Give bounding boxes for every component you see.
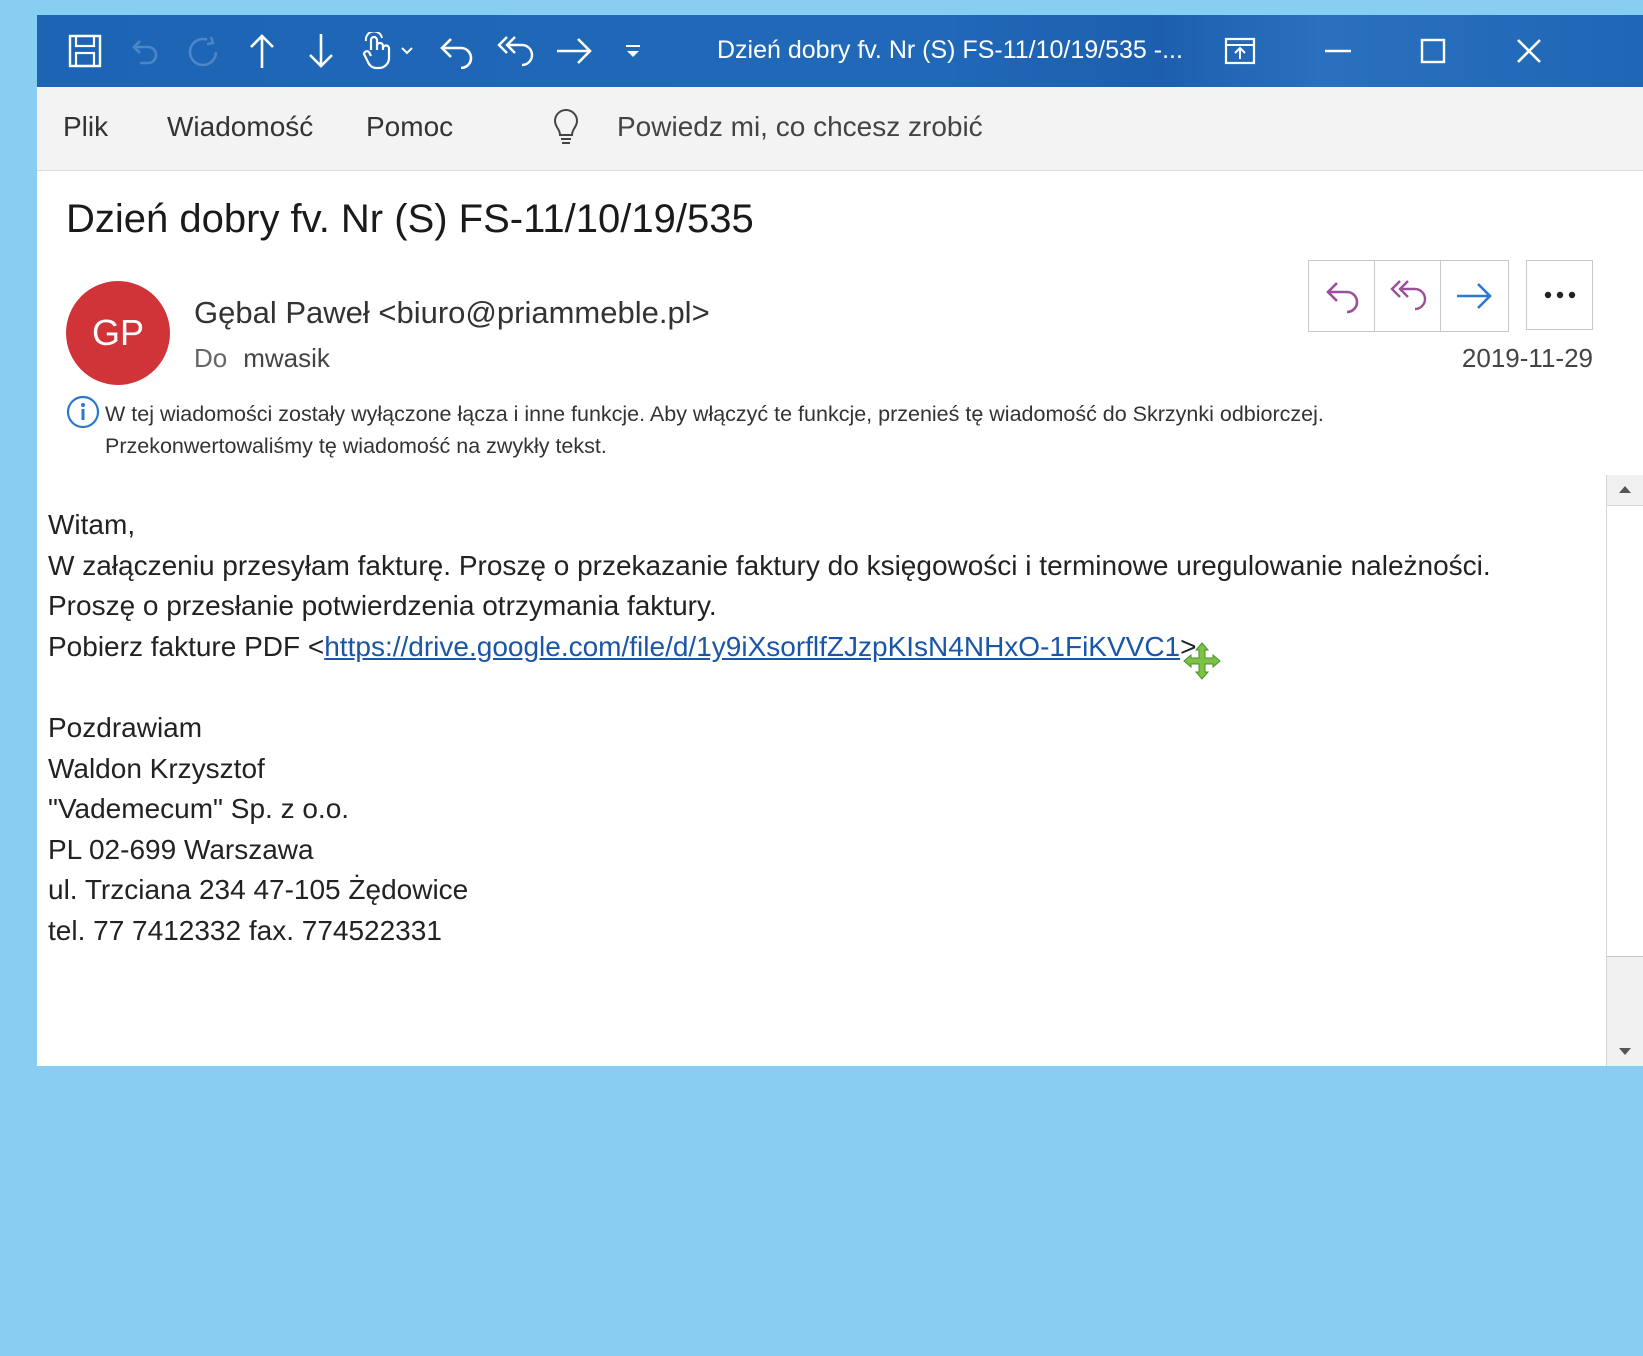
reply-all-icon[interactable] (489, 15, 541, 87)
menu-file[interactable]: Plik (63, 87, 108, 170)
recipient-name[interactable]: mwasik (243, 343, 330, 373)
customize-qat-icon[interactable] (607, 15, 659, 87)
undo-icon[interactable] (119, 15, 171, 87)
up-arrow-icon[interactable] (236, 15, 288, 87)
forward-button[interactable] (1441, 261, 1507, 331)
tell-me-search[interactable]: Powiedz mi, co chcesz zrobić (617, 87, 983, 170)
move-cursor-icon (1182, 641, 1222, 686)
info-line-1: W tej wiadomości zostały wyłączone łącza… (105, 402, 1324, 426)
message-date: 2019-11-29 (1461, 343, 1593, 373)
reply-all-icon (1389, 280, 1426, 311)
lightbulb-icon (552, 109, 580, 154)
message-subject: Dzień dobry fv. Nr (S) FS-11/10/19/535 (66, 197, 754, 241)
window-title: Dzień dobry fv. Nr (S) FS-11/10/19/535 -… (717, 36, 1183, 64)
message-body: Witam, W załączeniu przesyłam fakturę. P… (48, 505, 1491, 952)
scrollbar-thumb[interactable] (1607, 505, 1643, 957)
signature-line: "Vademecum" Sp. z o.o. (48, 793, 350, 825)
minimize-icon[interactable] (1308, 15, 1368, 87)
greeting: Witam, (48, 509, 136, 540)
info-icon (66, 395, 100, 434)
forward-icon (1457, 283, 1492, 309)
reply-button[interactable] (1309, 261, 1375, 331)
reply-all-button[interactable] (1375, 261, 1441, 331)
sender-name[interactable]: Gębal Paweł <biuro@priammeble.pl> (194, 295, 710, 331)
touch-mode-dropdown-icon[interactable] (392, 15, 422, 87)
reply-icon (1325, 282, 1358, 314)
message-action-group (1308, 260, 1509, 332)
body-line-2: Proszę o przesłanie potwierdzenia otrzym… (48, 590, 717, 622)
menu-help[interactable]: Pomoc (366, 87, 453, 170)
pdf-download-link[interactable]: https://drive.google.com/file/d/1y9iXsor… (324, 631, 1180, 662)
signature-line: tel. 77 7412332 fax. 774522331 (48, 914, 442, 946)
scroll-up-icon[interactable] (1607, 475, 1643, 503)
info-line-2: Przekonwertowaliśmy tę wiadomość na zwyk… (105, 434, 607, 458)
signature-line: Waldon Krzysztof (48, 752, 265, 784)
menu-message[interactable]: Wiadomość (167, 87, 313, 170)
save-icon[interactable] (59, 15, 111, 87)
signature-line: Pozdrawiam (48, 711, 203, 743)
maximize-icon[interactable] (1403, 15, 1463, 87)
menu-bar: Plik Wiadomość Pomoc Powiedz mi, co chce… (37, 87, 1643, 171)
more-actions-button[interactable] (1526, 260, 1593, 330)
body-line-1: W załączeniu przesyłam fakturę. Proszę o… (48, 549, 1491, 581)
link-prefix: Pobierz fakture PDF < (48, 630, 325, 662)
down-arrow-icon[interactable] (295, 15, 347, 87)
reply-icon[interactable] (430, 15, 482, 87)
forward-icon[interactable] (548, 15, 600, 87)
close-icon[interactable] (1499, 15, 1559, 87)
vertical-scrollbar[interactable] (1606, 475, 1643, 1066)
title-bar: Dzień dobry fv. Nr (S) FS-11/10/19/535 -… (37, 15, 1643, 87)
ribbon-display-icon[interactable] (1210, 15, 1270, 87)
avatar[interactable]: GP (66, 281, 170, 385)
to-label: Do (194, 343, 228, 373)
signature-line: ul. Trzciana 234 47-105 Żędowice (48, 874, 469, 906)
recipient-line: Do mwasik (194, 343, 330, 374)
more-icon (1544, 291, 1575, 299)
scroll-down-icon[interactable] (1607, 1038, 1643, 1066)
redo-icon[interactable] (177, 15, 229, 87)
download-line: Pobierz fakture PDF <https://drive.googl… (48, 627, 1491, 668)
outlook-message-window: Dzień dobry fv. Nr (S) FS-11/10/19/535 -… (37, 15, 1643, 1066)
info-bar: W tej wiadomości zostały wyłączone łącza… (105, 398, 1555, 462)
signature-line: PL 02-699 Warszawa (48, 833, 314, 865)
